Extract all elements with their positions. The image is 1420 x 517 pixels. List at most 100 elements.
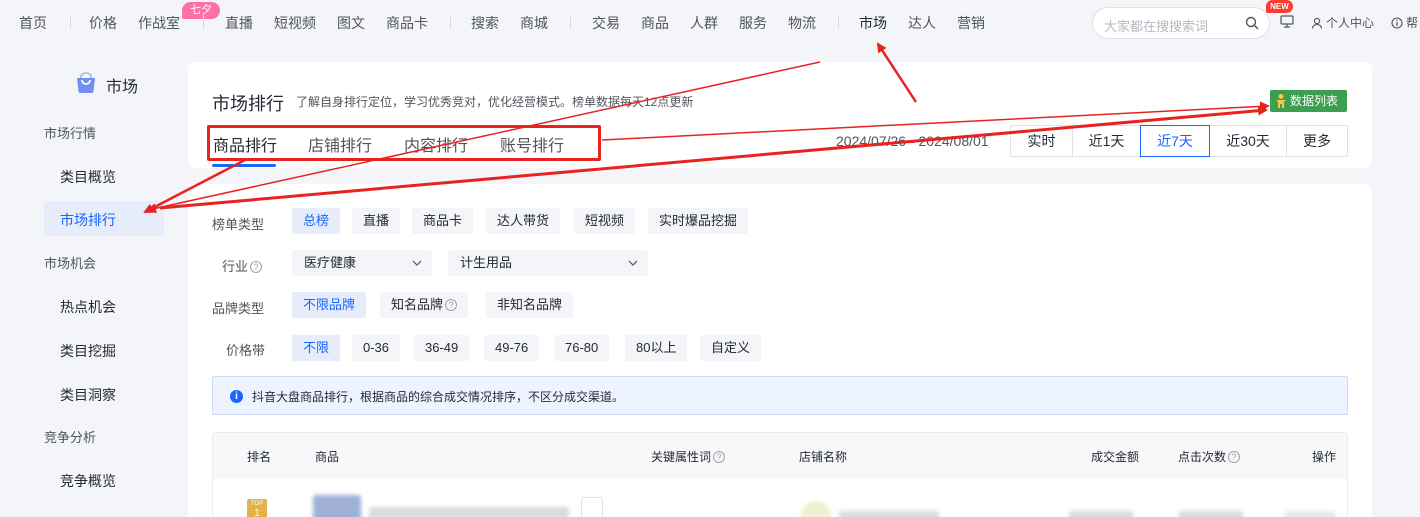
sidebar-item-category-overview[interactable]: 类目概览 — [60, 167, 116, 187]
price-option-any[interactable]: 不限 — [292, 335, 341, 361]
price-option-custom[interactable]: 自定义 — [700, 335, 762, 361]
nav-divider — [838, 15, 839, 29]
help-link[interactable]: 帮 — [1391, 14, 1418, 31]
time-option-7days[interactable]: 近7天 — [1140, 125, 1210, 157]
rank-badge-top: TOP — [250, 501, 264, 507]
nav-item-goods[interactable]: 商品 — [641, 13, 669, 33]
search-placeholder: 大家都在搜搜索词 — [1104, 19, 1209, 34]
help-label: 帮 — [1406, 16, 1419, 30]
industry-label: 行业? — [222, 256, 263, 275]
nav-divider — [203, 15, 204, 29]
nav-item-market[interactable]: 市场 — [859, 13, 887, 33]
help-icon[interactable]: ? — [713, 451, 726, 463]
time-option-30days[interactable]: 近30天 — [1209, 125, 1287, 157]
sidebar-item-hot-opportunity[interactable]: 热点机会 — [60, 297, 116, 317]
col-action: 操作 — [1312, 450, 1337, 464]
sidebar-group-market-trend: 市场行情 — [44, 126, 97, 141]
col-rank: 排名 — [247, 450, 272, 464]
list-type-option-live[interactable]: 直播 — [352, 208, 401, 234]
notice-text: 抖音大盘商品排行，根据商品的综合成交情况排序，不区分成交渠道。 — [252, 390, 625, 404]
time-option-more[interactable]: 更多 — [1286, 125, 1348, 157]
nav-item-short-video[interactable]: 短视频 — [274, 13, 316, 33]
nav-item-crowd[interactable]: 人群 — [690, 13, 718, 33]
price-option-0-36[interactable]: 0-36 — [352, 335, 401, 361]
list-type-label: 榜单类型 — [212, 217, 265, 232]
nav-item-service[interactable]: 服务 — [739, 13, 767, 33]
nav-divider — [450, 15, 451, 29]
info-notice: i 抖音大盘商品排行，根据商品的综合成交情况排序，不区分成交渠道。 — [212, 376, 1348, 415]
industry-select-level1[interactable]: 医疗健康 — [292, 250, 432, 276]
price-option-36-49[interactable]: 36-49 — [414, 335, 470, 361]
qixi-badge: 七夕 — [182, 2, 220, 19]
search-box[interactable]: 大家都在搜搜索词 — [1092, 7, 1270, 39]
list-type-option-product-card[interactable]: 商品卡 — [412, 208, 474, 234]
help-icon[interactable]: ? — [1228, 451, 1241, 463]
chevron-down-icon — [628, 260, 638, 266]
info-icon — [1391, 16, 1403, 29]
figure-icon — [1276, 94, 1286, 108]
date-range[interactable]: 2024/07/26 - 2024/08/01 — [836, 133, 989, 149]
sidebar-item-market-ranking-label[interactable]: 市场排行 — [60, 210, 116, 230]
nav-item-marketing[interactable]: 营销 — [957, 13, 985, 33]
user-icon — [1311, 17, 1323, 29]
brand-option-unknown[interactable]: 非知名品牌 — [486, 292, 574, 318]
search-icon[interactable] — [1245, 16, 1259, 30]
help-icon[interactable]: ? — [250, 261, 263, 273]
nav-item-kol[interactable]: 达人 — [908, 13, 936, 33]
product-image[interactable] — [313, 495, 361, 517]
nav-item-search[interactable]: 搜索 — [471, 13, 499, 33]
col-gmv[interactable]: 成交金额 — [1091, 448, 1139, 465]
brand-type-label: 品牌类型 — [212, 301, 265, 316]
help-icon[interactable]: ? — [445, 299, 458, 311]
brand-option-known[interactable]: 知名品牌? — [380, 292, 469, 318]
personal-center-label: 个人中心 — [1326, 16, 1375, 30]
active-tab-indicator — [212, 164, 276, 167]
price-option-76-80[interactable]: 76-80 — [554, 335, 610, 361]
sidebar-item-category-insight[interactable]: 类目洞察 — [60, 385, 116, 405]
product-title[interactable] — [369, 507, 569, 517]
nav-divider — [570, 15, 571, 29]
sidebar-group-competition: 竞争分析 — [44, 430, 97, 445]
price-option-49-76[interactable]: 49-76 — [484, 335, 540, 361]
list-type-option-kol-sales[interactable]: 达人带货 — [486, 208, 561, 234]
col-clicks[interactable]: 点击次数? — [1178, 448, 1241, 465]
page-title: 市场排行 — [212, 94, 284, 114]
brand-option-all[interactable]: 不限品牌 — [292, 292, 367, 318]
list-type-option-short-video[interactable]: 短视频 — [574, 208, 636, 234]
gmv-value — [1069, 511, 1133, 517]
nav-item-graphic[interactable]: 图文 — [337, 13, 365, 33]
nav-item-warroom[interactable]: 作战室 — [138, 13, 180, 33]
price-label: 价格带 — [226, 343, 266, 358]
nav-item-product-card[interactable]: 商品卡 — [386, 13, 428, 33]
personal-center-link[interactable]: 个人中心 — [1311, 14, 1374, 31]
scan-icon[interactable] — [581, 497, 603, 517]
list-type-option-realtime-hot[interactable]: 实时爆品挖掘 — [648, 208, 749, 234]
sidebar-item-competition-overview[interactable]: 竞争概览 — [60, 471, 116, 491]
nav-item-home[interactable]: 首页 — [19, 13, 47, 33]
time-option-realtime[interactable]: 实时 — [1010, 125, 1073, 157]
monitor-icon[interactable] — [1280, 15, 1294, 28]
list-type-option-all[interactable]: 总榜 — [292, 208, 341, 234]
nav-item-mall[interactable]: 商城 — [520, 13, 548, 33]
time-option-1day[interactable]: 近1天 — [1072, 125, 1141, 157]
price-option-80plus[interactable]: 80以上 — [625, 335, 688, 361]
nav-item-live[interactable]: 直播 — [225, 13, 253, 33]
col-shop-name: 店铺名称 — [799, 450, 848, 464]
rank-top1-badge: TOP 1 — [247, 499, 267, 517]
data-list-label: 数据列表 — [1290, 94, 1339, 108]
data-list-button[interactable]: 数据列表 — [1270, 90, 1347, 112]
rank-badge-num: 1 — [254, 508, 260, 517]
industry-select-level2[interactable]: 计生用品 — [448, 250, 648, 276]
industry-level1-value: 医疗健康 — [304, 255, 357, 270]
clicks-value — [1179, 511, 1243, 517]
sidebar-item-category-mining[interactable]: 类目挖掘 — [60, 341, 116, 361]
nav-item-price[interactable]: 价格 — [89, 13, 117, 33]
shop-name[interactable] — [839, 511, 939, 517]
nav-divider — [70, 15, 71, 29]
add-to-compare-link[interactable] — [1285, 511, 1335, 517]
nav-item-logistics[interactable]: 物流 — [788, 13, 816, 33]
sidebar-title: 市场 — [106, 79, 139, 96]
top-navigation: 首页 价格 作战室 七夕 直播 短视频 图文 商品卡 搜索 商城 交易 商品 人… — [0, 0, 1420, 46]
nav-item-trade[interactable]: 交易 — [592, 13, 620, 33]
market-logo-icon — [77, 72, 95, 93]
